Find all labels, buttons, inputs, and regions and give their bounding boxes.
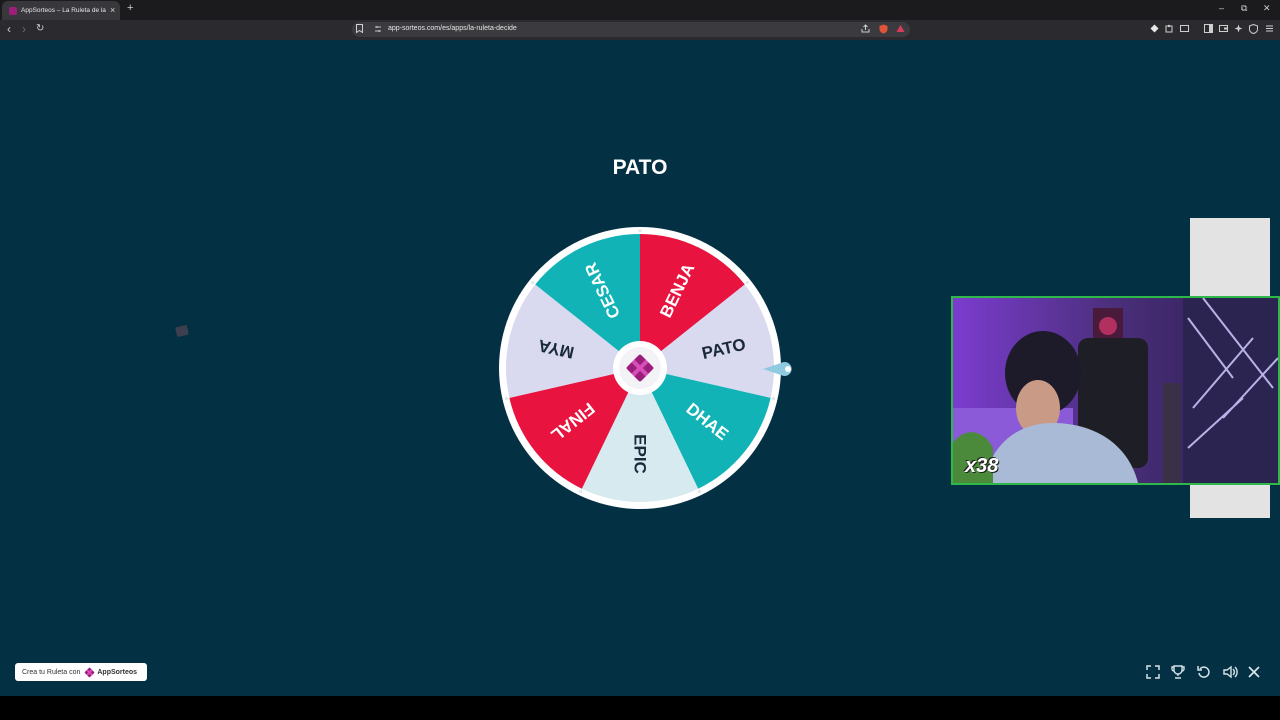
tab-title: AppSorteos – La Ruleta de la Suerte xyxy=(21,7,107,14)
address-bar[interactable]: app-sorteos.com/es/apps/la-ruleta-decide xyxy=(352,22,910,37)
reload-button[interactable]: ↻ xyxy=(36,24,44,34)
extension-icon[interactable] xyxy=(1149,24,1160,35)
wheel-peg xyxy=(697,489,702,494)
vpn-icon[interactable] xyxy=(1248,23,1259,35)
bottom-bar xyxy=(0,696,1280,720)
volume-icon xyxy=(1222,665,1238,679)
wheel-peg xyxy=(504,396,509,401)
wheel-peg xyxy=(578,489,583,494)
browser-tab[interactable]: AppSorteos – La Ruleta de la Suerte × xyxy=(2,1,120,20)
volume-button[interactable] xyxy=(1222,665,1238,681)
reset-button[interactable] xyxy=(1196,665,1212,681)
minimize-button[interactable]: – xyxy=(1219,4,1224,13)
fullscreen-button[interactable] xyxy=(1145,665,1161,681)
wheel-slice-label: EPIC xyxy=(631,434,650,474)
browser-tab-strip: AppSorteos – La Ruleta de la Suerte × + … xyxy=(0,0,1280,20)
brave-shield-icon[interactable] xyxy=(878,24,889,35)
share-icon[interactable] xyxy=(860,24,871,35)
new-tab-button[interactable]: + xyxy=(127,3,133,14)
wheel-peg xyxy=(745,280,749,285)
wheel-peg xyxy=(638,229,642,233)
tab-close-icon[interactable]: × xyxy=(110,6,115,15)
roulette-wheel[interactable]: BENJAPATODHAEEPICFINALMYACESAR xyxy=(497,225,783,511)
wheel-peg xyxy=(531,280,535,285)
promo-brand: AppSorteos xyxy=(97,668,138,676)
bookmark-icon[interactable] xyxy=(356,24,363,35)
menu-icon[interactable] xyxy=(1264,24,1275,35)
webcam-overlay: x38 xyxy=(951,296,1280,485)
promo-text: Crea tu Ruleta con xyxy=(22,668,81,676)
leo-ai-icon[interactable] xyxy=(1233,24,1244,35)
close-wheel-button[interactable] xyxy=(1246,665,1262,681)
wheel-peg xyxy=(771,396,776,401)
wallet-icon[interactable] xyxy=(1218,24,1229,35)
trophy-button[interactable] xyxy=(1170,665,1186,681)
forward-button[interactable]: › xyxy=(22,23,26,35)
rewards-icon[interactable] xyxy=(895,24,906,35)
streamer-camera-image xyxy=(953,298,1278,483)
window-close-button[interactable]: ✕ xyxy=(1263,4,1271,13)
winner-label: PATO xyxy=(612,156,668,179)
media-icon[interactable] xyxy=(1179,24,1190,35)
appsorteos-logo-icon xyxy=(85,667,95,677)
extensions-puzzle-icon[interactable] xyxy=(1164,24,1175,35)
site-favicon-icon xyxy=(9,6,17,15)
overlay-badge: x38 xyxy=(965,455,999,477)
trophy-icon xyxy=(1171,665,1185,679)
create-roulette-link[interactable]: Crea tu Ruleta con AppSorteos xyxy=(15,663,147,681)
browser-toolbar: ‹ › ↻ app-sorteos.com/es/apps/la-ruleta-… xyxy=(0,20,1280,40)
url-text: app-sorteos.com/es/apps/la-ruleta-decide xyxy=(388,25,517,32)
reset-icon xyxy=(1197,666,1210,678)
restore-button[interactable]: ⧉ xyxy=(1241,4,1247,13)
fullscreen-icon xyxy=(1146,665,1160,679)
site-info-icon[interactable] xyxy=(374,25,382,35)
wheel-pointer-icon xyxy=(763,362,792,376)
close-icon xyxy=(1248,666,1260,678)
back-button[interactable]: ‹ xyxy=(7,23,11,35)
sidebar-icon[interactable] xyxy=(1203,24,1214,35)
